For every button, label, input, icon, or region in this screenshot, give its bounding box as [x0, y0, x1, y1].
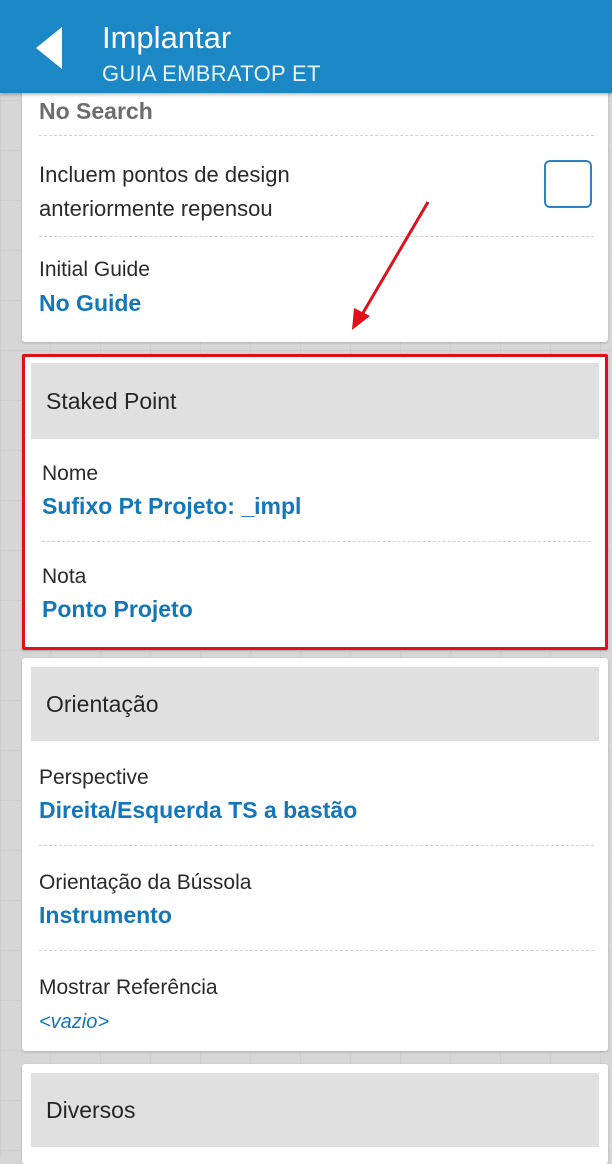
point-note-row[interactable]: Nota Ponto Projeto [42, 542, 591, 642]
compass-orientation-label: Orientação da Bússola [39, 871, 252, 894]
app-header: Implantar GUIA EMBRATOP ET [0, 0, 612, 93]
orientation-card: Orientação Perspective Direita/Esquerda … [22, 658, 608, 1051]
orientation-section-title: Orientação [46, 690, 159, 717]
initial-guide-label: Initial Guide [39, 258, 150, 281]
staked-point-section-title: Staked Point [46, 387, 177, 414]
misc-section-title: Diversos [46, 1096, 136, 1123]
perspective-label: Perspective [39, 766, 149, 789]
include-previous-points-label: Incluem pontos de design anteriormente r… [39, 162, 290, 221]
search-value: No Search [39, 98, 153, 124]
point-name-value: Sufixo Pt Projeto: _impl [42, 493, 302, 519]
initial-guide-value: No Guide [39, 290, 142, 316]
perspective-value: Direita/Esquerda TS a bastão [39, 797, 358, 823]
include-previous-points-row[interactable]: Incluem pontos de design anteriormente r… [39, 136, 594, 237]
page-subtitle: GUIA EMBRATOP ET [102, 61, 321, 86]
point-name-label: Nome [42, 462, 99, 485]
page-title: Implantar [102, 20, 232, 55]
point-name-row[interactable]: Nome Sufixo Pt Projeto: _impl [42, 439, 591, 542]
compass-orientation-row[interactable]: Orientação da Bússola Instrumento [39, 846, 594, 951]
show-reference-value: <vazio> [39, 1011, 110, 1033]
point-note-label: Nota [42, 565, 87, 588]
guide-settings-card: No Search Incluem pontos de design anter… [22, 58, 608, 342]
staked-point-section-header: Staked Point [31, 363, 599, 439]
back-arrow-icon [36, 27, 62, 69]
compass-orientation-value: Instrumento [39, 902, 172, 928]
misc-section-header[interactable]: Diversos [31, 1073, 599, 1147]
orientation-section-header: Orientação [31, 667, 599, 741]
initial-guide-row[interactable]: Initial Guide No Guide [39, 237, 594, 337]
point-note-value: Ponto Projeto [42, 596, 193, 622]
misc-card: Diversos [22, 1064, 608, 1164]
back-button[interactable] [20, 14, 80, 80]
staked-point-card: Staked Point Nome Sufixo Pt Projeto: _im… [22, 354, 608, 650]
show-reference-label: Mostrar Referência [39, 976, 218, 999]
show-reference-row[interactable]: Mostrar Referência <vazio> [39, 951, 594, 1051]
perspective-row[interactable]: Perspective Direita/Esquerda TS a bastão [39, 741, 594, 846]
include-previous-points-checkbox[interactable] [544, 160, 592, 208]
